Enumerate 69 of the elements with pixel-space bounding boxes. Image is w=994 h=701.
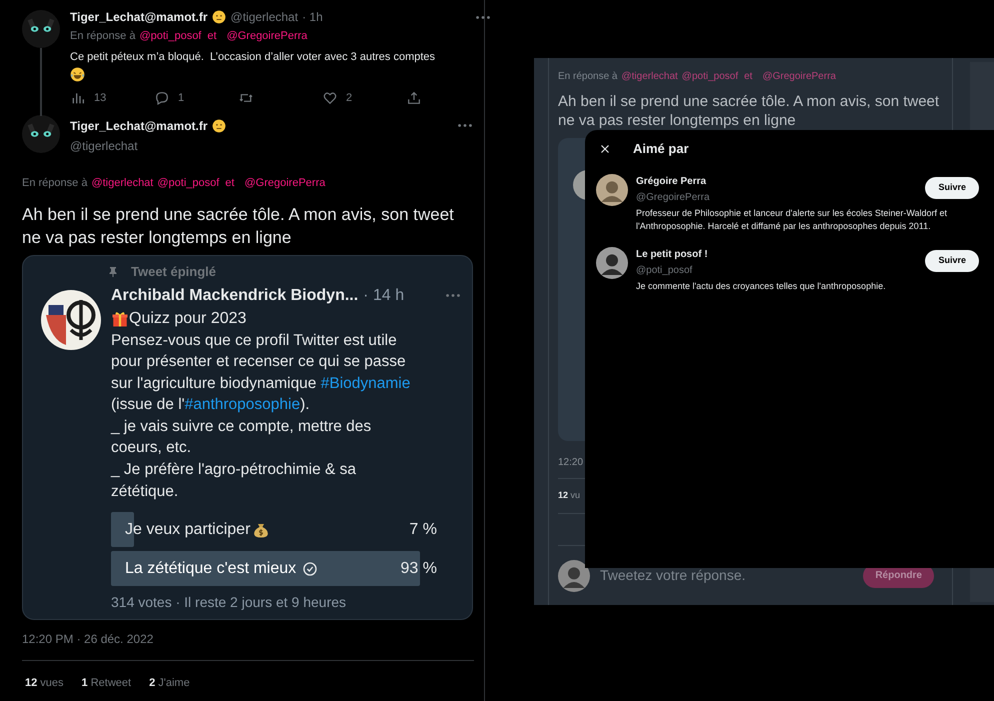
reply-context-label: En réponse à <box>70 29 136 44</box>
user-bio: Professeur de Philosophie et lanceur d'alerte sur les écoles Steiner-Waldorf et l'Anthroposophie. Harcelé et diffamé par les anthroposophes depuis 2011. <box>636 207 948 233</box>
stat-count: 1 <box>178 91 184 106</box>
avatar-icon[interactable] <box>596 247 628 279</box>
engagement-count-link[interactable]: 12 vues <box>25 675 64 692</box>
speech-bubble-icon[interactable] <box>154 90 170 106</box>
user-bio: Je commente l'actu des croyances telles que l'anthroposophie. <box>636 280 887 293</box>
gift-icon <box>111 310 129 328</box>
neutral-face-icon <box>212 10 226 24</box>
engagement-count-link[interactable]: 1 Retweet <box>82 675 132 692</box>
heart-icon[interactable] <box>322 90 338 106</box>
mention-link[interactable]: @poti_posof <box>157 174 220 191</box>
conjunction-text: et <box>225 176 234 190</box>
pin-icon <box>107 264 119 279</box>
pinned-label: Tweet épinglé <box>131 263 216 281</box>
share-icon[interactable] <box>406 90 422 106</box>
user-handle: @poti_posof <box>636 264 694 278</box>
author-name[interactable]: Tiger_Lechat@mamot.fr <box>70 8 208 26</box>
poll-footer-text: 314 votes · Il reste 2 jours et 9 heures <box>111 593 348 612</box>
user-name[interactable]: Le petit posof ! <box>636 247 926 262</box>
author-name[interactable]: Tiger_Lechat@mamot.fr <box>70 116 208 134</box>
tweet-text: Ah ben il se prend une sacrée tôle. A mon avis, son tweet ne va pas rester longtemps en ligne <box>22 204 455 249</box>
stat-count: 2 <box>346 91 352 106</box>
engagement-count-link[interactable]: 2 J'aime <box>149 675 190 692</box>
mention-link[interactable]: @poti_posof <box>139 28 202 44</box>
tweet-timestamp: 12:20 <box>558 456 584 470</box>
mention-link[interactable]: @GregoirePerra <box>226 28 308 44</box>
dialog-title: Aimé par <box>633 140 689 158</box>
reply-context-label: En réponse à <box>558 70 618 84</box>
quoted-tweet-card[interactable] <box>22 255 473 620</box>
more-icon[interactable] <box>458 124 472 127</box>
poll-percent: 93 % <box>400 558 438 579</box>
tweet-text: Pensez-vous que ce profil Twitter est utile pour présenter et recenser ce qui se passe sur l'agriculture biodynamique #Biodynamie (issue de l'#anthroposophie). _ je vais suivre ce compte, mettre des coeurs, etc. _ Je préfère l'agro-pétrochimie & sa zététique. <box>111 330 412 502</box>
conjunction-text: et <box>207 29 217 44</box>
author-handle: @tigerlechat <box>70 138 139 154</box>
tweet-timestamp: 12:20 PM · 26 déc. 2022 <box>22 631 154 648</box>
poll-option-label: La zététique c'est mieux <box>125 558 296 579</box>
more-icon[interactable] <box>446 294 460 297</box>
laughing-emoji-icon <box>70 67 85 82</box>
follow-button[interactable]: Suivre <box>925 250 979 272</box>
avatar-icon[interactable] <box>596 174 628 206</box>
more-icon[interactable] <box>476 16 490 18</box>
author-name[interactable]: Archibald Mackendrick Biodyn... <box>111 284 358 308</box>
avatar-icon[interactable] <box>22 114 60 152</box>
reply-input-field[interactable]: Tweetez votre réponse. <box>600 565 864 586</box>
check-circle-icon <box>302 560 318 577</box>
avatar-icon <box>558 560 590 592</box>
hashtag-link[interactable]: #anthroposophie <box>184 396 300 414</box>
avatar-icon[interactable] <box>22 10 60 48</box>
neutral-face-icon <box>212 118 226 132</box>
conjunction-text: et <box>744 70 752 84</box>
stat-count: 13 <box>94 91 106 106</box>
avatar-icon[interactable] <box>41 290 101 350</box>
poll-option-label: Je veux participer <box>125 520 250 540</box>
author-handle: @tigerlechat <box>230 9 298 26</box>
close-icon <box>599 143 611 155</box>
tweet-time: · 1h <box>302 9 323 26</box>
poll-percent: 7 % <box>409 520 438 540</box>
reply-context-label: En réponse à <box>22 176 88 190</box>
hashtag-link[interactable]: #Biodynamie <box>320 374 410 392</box>
mention-link[interactable]: @GregoirePerra <box>244 174 326 191</box>
tweet-title: Quizz pour 2023 <box>129 308 246 328</box>
tweet-time: · 14 h <box>363 286 404 306</box>
tweet-text: Ah ben il se prend une sacrée tôle. A mon avis, son tweet ne va pas rester longtemps en ligne <box>558 92 940 130</box>
mention-link[interactable]: @tigerlechat <box>91 174 154 191</box>
tweet-text: Ce petit péteux m’a bloqué. L’occasion d’aller voter avec 3 autres comptes <box>70 50 436 64</box>
follow-button[interactable]: Suivre <box>925 177 979 199</box>
user-handle: @GregoirePerra <box>636 191 711 205</box>
user-name[interactable]: Grégoire Perra <box>636 174 926 189</box>
